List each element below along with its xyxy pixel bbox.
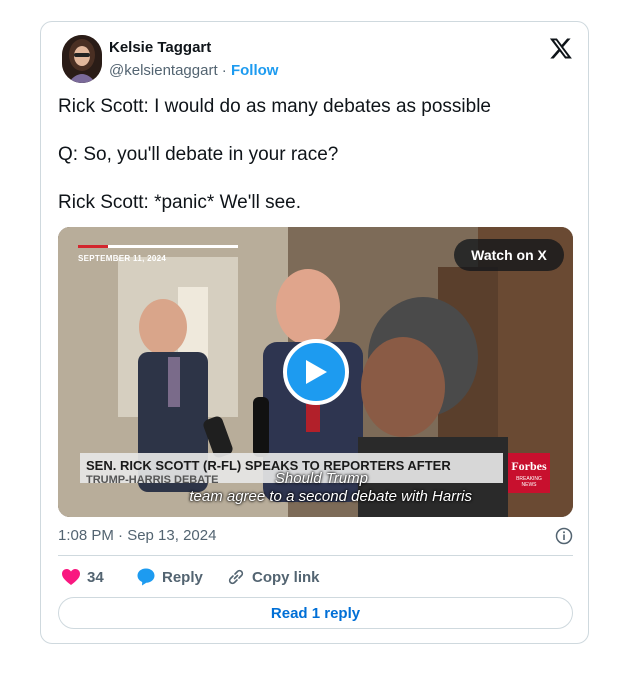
- video-caption-line: Should Trump: [274, 470, 368, 487]
- embedded-post-card[interactable]: Kelsie Taggart @kelsientaggart · Follow …: [40, 21, 589, 644]
- author-handle[interactable]: @kelsientaggart: [109, 62, 218, 79]
- separator-dot: ·: [221, 62, 227, 79]
- copy-link-label: Copy link: [252, 568, 320, 586]
- like-button[interactable]: 34: [61, 566, 104, 588]
- reply-label: Reply: [162, 568, 203, 586]
- author-handle-row: @kelsientaggart · Follow: [109, 62, 278, 79]
- link-icon: [228, 569, 244, 585]
- copy-link-button[interactable]: Copy link: [226, 566, 320, 588]
- post-timestamp[interactable]: 1:08 PM · Sep 13, 2024: [58, 527, 216, 544]
- play-button[interactable]: [283, 339, 349, 405]
- network-tag: BREAKING NEWS: [516, 476, 542, 488]
- video-caption-line: team agree to a second debate with Harri…: [189, 488, 472, 505]
- info-icon[interactable]: [555, 527, 573, 545]
- video-player[interactable]: SEPTEMBER 11, 2024 Watch on X SEN. RICK …: [58, 227, 573, 517]
- play-icon: [306, 360, 327, 384]
- heart-icon: [62, 569, 80, 585]
- avatar[interactable]: [62, 35, 102, 83]
- tweet-line: Rick Scott: *panic* We'll see.: [58, 192, 301, 213]
- tweet-line: Rick Scott: I would do as many debates a…: [58, 96, 492, 117]
- network-logo: Forbes BREAKING NEWS: [508, 453, 550, 493]
- video-date-stamp: SEPTEMBER 11, 2024: [78, 254, 167, 263]
- watch-on-x-button[interactable]: Watch on X: [454, 239, 564, 271]
- x-logo-icon[interactable]: [549, 36, 573, 60]
- divider: [58, 555, 573, 556]
- reply-bubble-icon: [137, 568, 155, 586]
- tweet-line: Q: So, you'll debate in your race?: [58, 144, 339, 165]
- post-meta: 1:08 PM · Sep 13, 2024: [58, 527, 573, 547]
- like-count: 34: [87, 568, 104, 586]
- follow-link[interactable]: Follow: [231, 62, 279, 79]
- tweet-text: Rick Scott: I would do as many debates a…: [58, 95, 578, 239]
- reply-button[interactable]: Reply: [136, 566, 203, 588]
- read-replies-button[interactable]: Read 1 reply: [58, 597, 573, 629]
- network-name: Forbes: [511, 459, 547, 473]
- author-name[interactable]: Kelsie Taggart: [109, 39, 211, 56]
- action-bar: 34 Reply Copy link: [58, 566, 573, 588]
